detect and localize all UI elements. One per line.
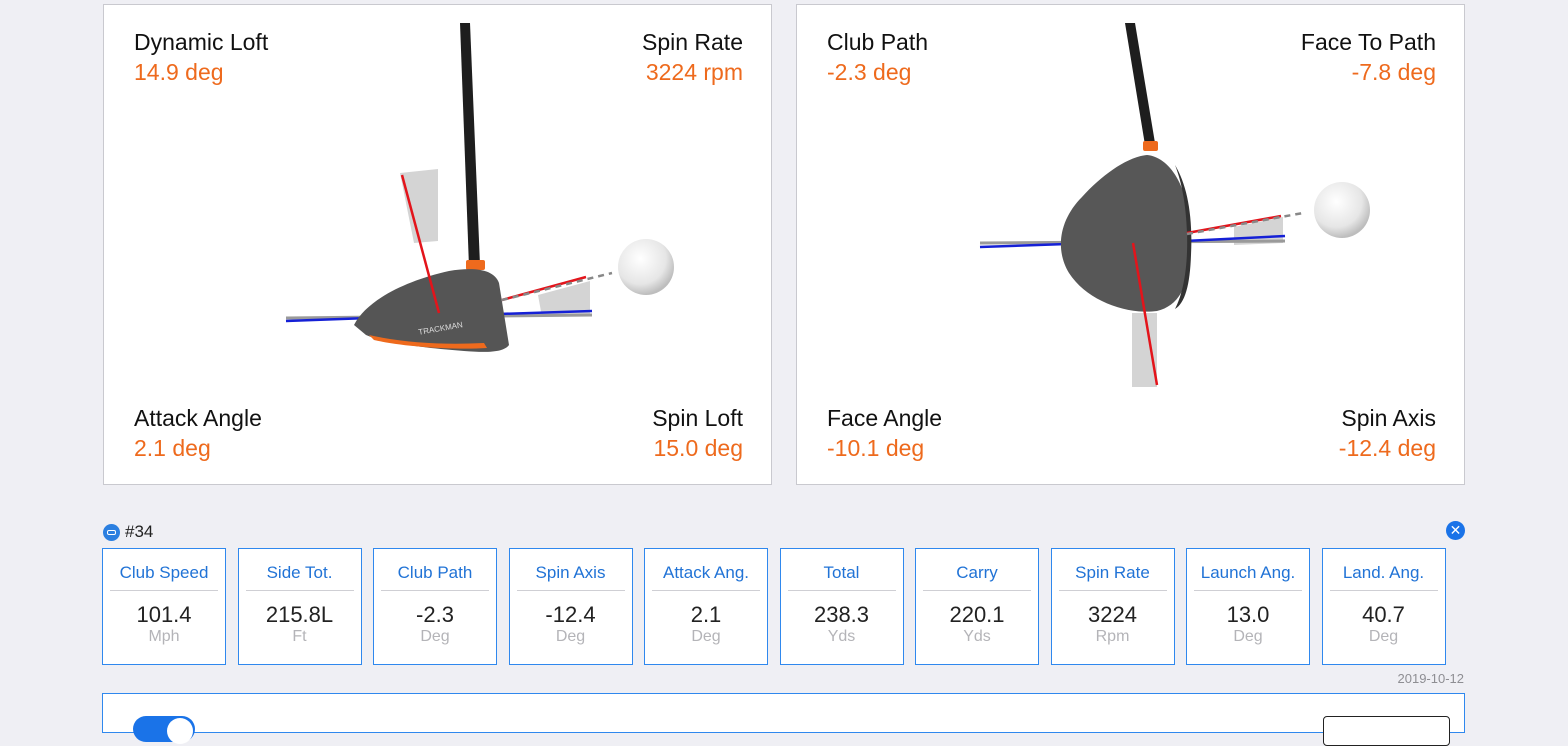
metric-label: Spin Rate bbox=[641, 29, 743, 55]
tile-unit: Yds bbox=[963, 628, 991, 645]
tile-label: Attack Ang. bbox=[663, 563, 749, 582]
tile-unit: Yds bbox=[827, 628, 856, 645]
tile-divider bbox=[652, 590, 760, 591]
card-action-button[interactable] bbox=[1323, 716, 1450, 746]
tile-label: Total bbox=[823, 563, 860, 582]
tile-divider bbox=[245, 590, 354, 591]
settings-card bbox=[102, 693, 1465, 746]
spin-loft-metric: Spin Loft 15.0 deg bbox=[652, 403, 743, 463]
face-angle-metric: Face Angle -10.1 deg bbox=[827, 403, 942, 463]
tile-label: Carry bbox=[956, 563, 998, 582]
tile-value: 220.1 bbox=[949, 602, 1005, 627]
attack-angle-metric: Attack Angle 2.1 deg bbox=[134, 403, 262, 463]
tile-divider bbox=[110, 590, 218, 591]
tile-unit: Deg bbox=[420, 628, 450, 645]
side-view-panel: TRACKMAN Dynamic Loft 14.9 deg Spin Rate… bbox=[103, 4, 772, 485]
tile-value: -12.4 bbox=[545, 602, 596, 627]
tile-divider bbox=[516, 590, 625, 591]
tile-unit: Ft bbox=[292, 628, 307, 645]
tile-unit: Mph bbox=[148, 628, 180, 645]
toggle-switch[interactable] bbox=[133, 716, 195, 744]
metric-label: Spin Axis bbox=[1341, 405, 1436, 431]
tile-unit: Deg bbox=[1233, 628, 1263, 645]
shot-number: #34 bbox=[125, 522, 154, 541]
shot-date: 2019-10-12 bbox=[1397, 671, 1465, 686]
tile-label: Spin Rate bbox=[1075, 563, 1150, 582]
tile-divider bbox=[787, 590, 896, 591]
tile-value: -2.3 bbox=[416, 602, 454, 627]
tile-value: 101.4 bbox=[136, 602, 192, 627]
data-tile[interactable]: Club Path -2.3 Deg bbox=[373, 548, 497, 665]
close-icon[interactable]: ✕ bbox=[1446, 521, 1465, 540]
data-tile[interactable]: Club Speed 101.4 Mph bbox=[102, 548, 226, 665]
tile-label: Club Path bbox=[397, 563, 473, 582]
data-tile[interactable]: Launch Ang. 13.0 Deg bbox=[1186, 548, 1310, 665]
tile-divider bbox=[381, 590, 489, 591]
tile-divider bbox=[1194, 590, 1302, 591]
tile-unit: Deg bbox=[691, 628, 721, 645]
spin-axis-metric: Spin Axis -12.4 deg bbox=[1339, 403, 1436, 463]
tile-value: 3224 bbox=[1088, 602, 1137, 627]
shot-header: #34 bbox=[103, 521, 153, 543]
data-tile[interactable]: Carry 220.1 Yds bbox=[915, 548, 1039, 665]
tile-divider bbox=[923, 590, 1031, 591]
tile-label: Launch Ang. bbox=[1200, 563, 1296, 582]
metric-value: -10.1 deg bbox=[827, 435, 925, 461]
data-tile[interactable]: Land. Ang. 40.7 Deg bbox=[1321, 548, 1446, 665]
metric-value: -12.4 deg bbox=[1338, 435, 1436, 461]
tile-unit: Deg bbox=[555, 628, 586, 645]
golf-ball-icon bbox=[1314, 182, 1370, 238]
metric-label: Dynamic Loft bbox=[134, 29, 269, 55]
shot-type-icon[interactable] bbox=[103, 523, 120, 541]
metric-label: Face To Path bbox=[1300, 29, 1436, 55]
metric-value: 14.9 deg bbox=[134, 59, 224, 85]
tile-label: Spin Axis bbox=[535, 563, 606, 582]
spin-rate-metric: Spin Rate 3224 rpm bbox=[642, 27, 743, 87]
tile-divider bbox=[1329, 590, 1438, 591]
tile-value: 215.8L bbox=[265, 602, 334, 627]
tile-value: 13.0 bbox=[1226, 602, 1270, 627]
tile-value: 238.3 bbox=[813, 602, 870, 627]
metric-value: 3224 rpm bbox=[645, 59, 743, 85]
metric-value: 2.1 deg bbox=[134, 435, 211, 461]
tile-value: 2.1 bbox=[690, 602, 722, 627]
tile-unit: Deg bbox=[1368, 628, 1399, 645]
club-path-metric: Club Path -2.3 deg bbox=[827, 27, 928, 87]
tile-value: 40.7 bbox=[1362, 602, 1405, 627]
data-tile[interactable]: Attack Ang. 2.1 Deg bbox=[644, 548, 768, 665]
metric-label: Attack Angle bbox=[134, 405, 262, 431]
metric-value: 15.0 deg bbox=[653, 435, 743, 461]
data-tile[interactable]: Side Tot. 215.8L Ft bbox=[237, 548, 362, 665]
metric-label: Spin Loft bbox=[652, 405, 743, 431]
tile-label: Side Tot. bbox=[266, 563, 333, 582]
data-tile[interactable]: Spin Rate 3224 Rpm bbox=[1050, 548, 1175, 665]
metric-label: Face Angle bbox=[827, 405, 943, 431]
metric-label: Club Path bbox=[827, 29, 929, 55]
data-tile[interactable]: Total 238.3 Yds bbox=[779, 548, 904, 665]
face-to-path-metric: Face To Path -7.8 deg bbox=[1301, 27, 1436, 87]
dynamic-loft-metric: Dynamic Loft 14.9 deg bbox=[134, 27, 268, 87]
shot-data-tiles: Club Speed 101.4 Mph Side Tot. 215.8L Ft Club … bbox=[102, 548, 1446, 665]
data-tile[interactable]: Spin Axis -12.4 Deg bbox=[508, 548, 633, 665]
tile-label: Land. Ang. bbox=[1342, 563, 1425, 582]
tile-divider bbox=[1058, 590, 1167, 591]
metric-value: -7.8 deg bbox=[1351, 59, 1436, 85]
tile-label: Club Speed bbox=[119, 563, 209, 582]
metric-value: -2.3 deg bbox=[827, 59, 912, 85]
golf-ball-icon bbox=[618, 239, 674, 295]
top-view-panel: Club Path -2.3 deg Face To Path -7.8 deg… bbox=[796, 4, 1465, 485]
tile-unit: Rpm bbox=[1095, 628, 1130, 645]
